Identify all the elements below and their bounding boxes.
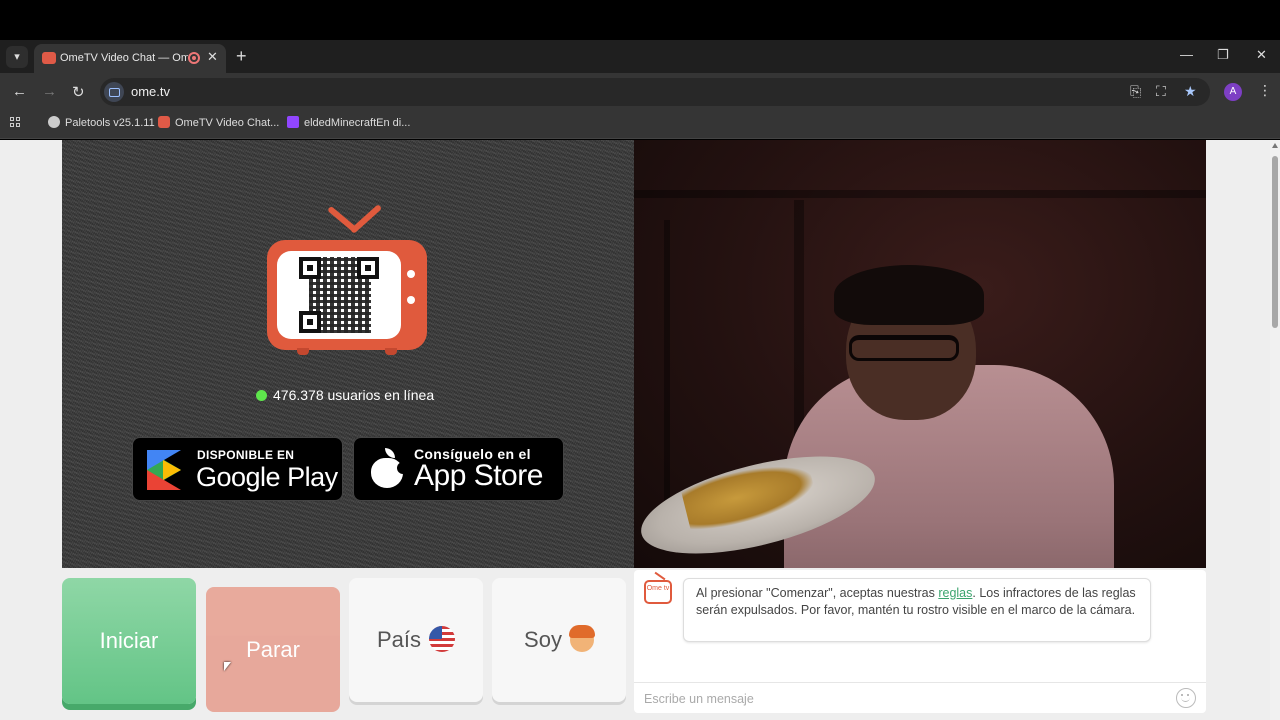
online-users-count: 476.378 usuarios en línea bbox=[256, 387, 434, 403]
apple-bite bbox=[397, 462, 409, 474]
tv-knob bbox=[407, 270, 415, 278]
qr-code[interactable] bbox=[277, 251, 401, 339]
bookmark-label: Paletools v25.1.11 bbox=[65, 117, 155, 129]
tv-leg bbox=[385, 348, 397, 355]
bookmark-paletools[interactable]: Paletools v25.1.11 bbox=[48, 116, 155, 129]
google-play-big-text: Google Play bbox=[196, 462, 338, 492]
apps-grid-icon[interactable] bbox=[10, 117, 22, 129]
stop-button[interactable]: Parar bbox=[206, 587, 340, 712]
system-message: Al presionar "Comenzar", aceptas nuestra… bbox=[683, 578, 1151, 642]
app-store-badge[interactable]: Consíguelo en el App Store bbox=[353, 437, 564, 501]
online-users-text: 476.378 usuarios en línea bbox=[273, 387, 435, 403]
emoji-icon[interactable] bbox=[1176, 688, 1196, 708]
browser-toolbar: ← → ↻ ome.tv ⎘ ⛶ ★ A ⋮ bbox=[0, 73, 1280, 111]
forward-button[interactable]: → bbox=[42, 83, 57, 100]
wall-frame bbox=[664, 220, 670, 520]
country-label: País bbox=[376, 627, 422, 652]
remote-video-panel bbox=[634, 140, 1206, 568]
google-play-badge[interactable]: DISPONIBLE EN Google Play bbox=[132, 437, 343, 501]
gender-label: Soy bbox=[524, 627, 562, 652]
start-button[interactable]: Iniciar bbox=[62, 578, 196, 704]
tab-title: OmeTV Video Chat — Ome bbox=[60, 52, 188, 64]
bookmark-ometv[interactable]: OmeTV Video Chat... bbox=[158, 116, 279, 129]
wall-shelf bbox=[634, 190, 1206, 198]
install-app-icon[interactable]: ⎘ bbox=[1130, 83, 1141, 100]
scroll-thumb[interactable] bbox=[1272, 156, 1278, 328]
site-info-icon[interactable] bbox=[104, 82, 124, 102]
local-video-panel: 476.378 usuarios en línea DISPONIBLE EN … bbox=[62, 140, 634, 568]
reload-button[interactable]: ↻ bbox=[72, 83, 85, 101]
tv-knob bbox=[407, 296, 415, 304]
apple-leaf bbox=[385, 448, 395, 458]
bookmark-twitch[interactable]: eldedMinecraftEn di... bbox=[287, 116, 410, 129]
qr-finder bbox=[299, 311, 321, 333]
qr-tv-logo bbox=[267, 204, 429, 355]
ometv-favicon-icon bbox=[42, 52, 56, 64]
url-text: ome.tv bbox=[131, 84, 171, 99]
person-hair bbox=[834, 265, 984, 325]
wall-frame bbox=[794, 200, 804, 450]
tab-search-dropdown[interactable]: ▾ bbox=[6, 46, 28, 68]
profile-avatar[interactable]: A bbox=[1224, 83, 1242, 101]
gender-button[interactable]: Soy bbox=[492, 578, 626, 702]
minimize-button[interactable]: — bbox=[1180, 47, 1193, 62]
tv-leg bbox=[297, 348, 309, 355]
qr-finder bbox=[299, 257, 321, 279]
page-content: 476.378 usuarios en línea DISPONIBLE EN … bbox=[0, 140, 1270, 720]
mouse-cursor-icon bbox=[224, 662, 231, 671]
bookmark-label: OmeTV Video Chat... bbox=[175, 117, 280, 129]
google-play-small-text: DISPONIBLE EN bbox=[197, 448, 295, 462]
tv-antenna bbox=[349, 204, 383, 234]
tab-strip: ▾ OmeTV Video Chat — Ome ✕ + — ❐ ✕ bbox=[0, 40, 1280, 73]
tab-close-icon[interactable]: ✕ bbox=[207, 49, 218, 65]
recording-indicator-icon bbox=[188, 52, 200, 64]
bookmarks-bar: Paletools v25.1.11 OmeTV Video Chat... e… bbox=[0, 111, 1280, 139]
bookmark-star-icon[interactable]: ★ bbox=[1184, 83, 1197, 100]
tv-body bbox=[267, 240, 427, 350]
rules-link[interactable]: reglas bbox=[938, 586, 972, 600]
qr-finder bbox=[357, 257, 379, 279]
translate-icon[interactable]: ⛶ bbox=[1156, 83, 1166, 100]
message-text: Al presionar "Comenzar", aceptas nuestra… bbox=[696, 586, 939, 600]
globe-icon bbox=[48, 116, 60, 128]
page-scrollbar[interactable] bbox=[1270, 140, 1280, 720]
person-glasses bbox=[849, 335, 959, 361]
ometv-favicon-icon bbox=[158, 116, 170, 128]
ometv-logo-icon: Ome tv bbox=[644, 580, 672, 604]
twitch-icon bbox=[287, 116, 299, 128]
maximize-button[interactable]: ❐ bbox=[1217, 47, 1229, 63]
screen-top-bar bbox=[0, 0, 1280, 40]
app-store-big-text: App Store bbox=[414, 459, 543, 492]
scroll-up-arrow-icon[interactable] bbox=[1272, 143, 1278, 148]
online-dot-icon bbox=[256, 390, 267, 401]
browser-tab[interactable]: OmeTV Video Chat — Ome ✕ bbox=[34, 44, 226, 73]
person-emoji-icon bbox=[568, 625, 595, 652]
back-button[interactable]: ← bbox=[12, 83, 27, 100]
chat-input-area bbox=[634, 682, 1206, 713]
country-button[interactable]: País bbox=[349, 578, 483, 702]
close-window-button[interactable]: ✕ bbox=[1256, 47, 1267, 63]
apple-icon bbox=[370, 448, 409, 488]
us-flag-icon bbox=[429, 626, 456, 652]
menu-kebab-icon[interactable]: ⋮ bbox=[1258, 82, 1272, 99]
address-bar[interactable]: ome.tv ⎘ ⛶ ★ bbox=[100, 78, 1210, 106]
new-tab-button[interactable]: + bbox=[236, 46, 247, 67]
chat-panel: Ome tv Al presionar "Comenzar", aceptas … bbox=[634, 570, 1206, 713]
chat-message-input[interactable] bbox=[644, 689, 1164, 709]
bookmark-label: eldedMinecraftEn di... bbox=[304, 117, 411, 129]
